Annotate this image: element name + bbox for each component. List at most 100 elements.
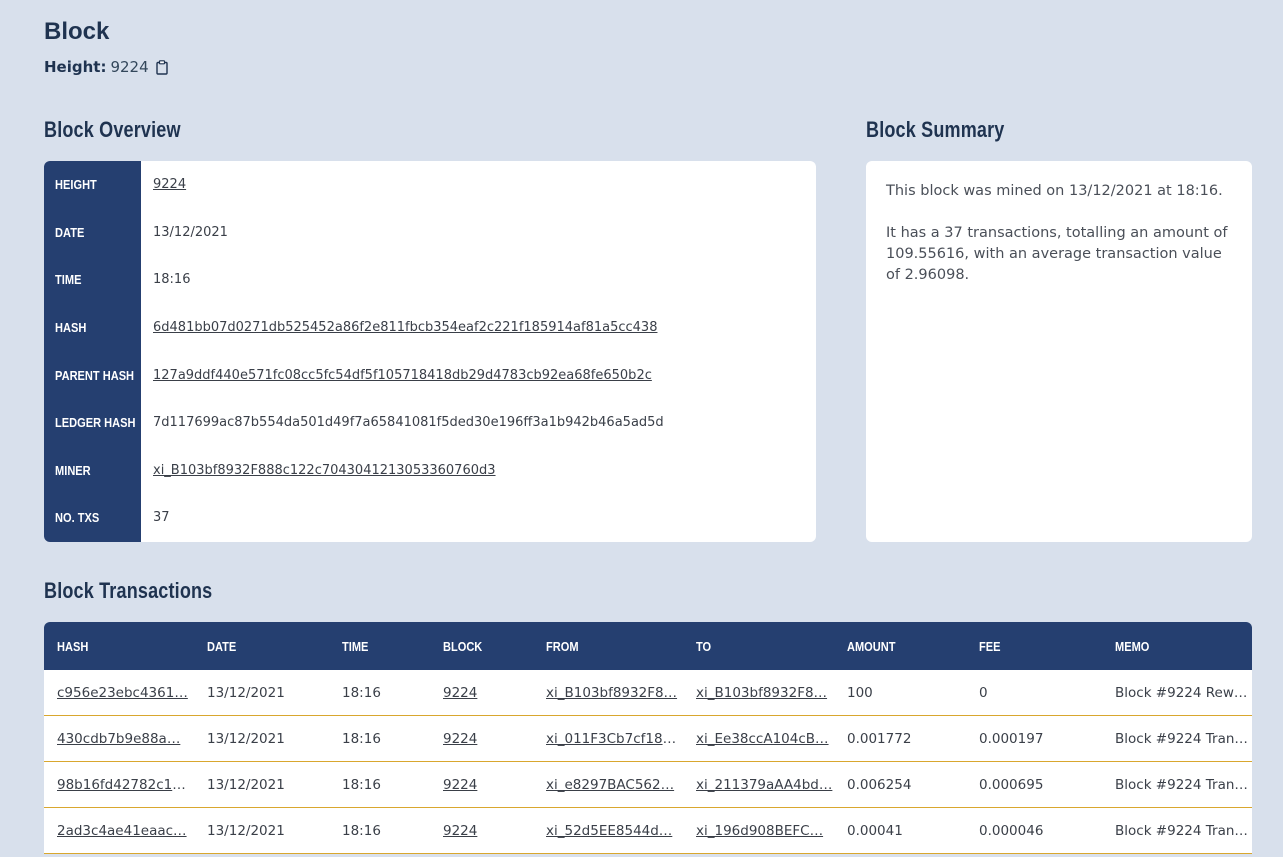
column-header-from: FROM bbox=[533, 622, 683, 670]
overview-value-date: 13/12/2021 bbox=[153, 224, 228, 240]
cell-block: 9224 bbox=[430, 715, 533, 762]
overview-value-row: 6d481bb07d0271db525452a86f2e811fbcb354ea… bbox=[141, 304, 816, 352]
cell-fee: 0 bbox=[966, 670, 1102, 716]
tx-fee-text: 0 bbox=[979, 684, 988, 701]
tx-fee-text: 0.000197 bbox=[979, 730, 1044, 747]
cell-block: 9224 bbox=[430, 761, 533, 808]
cell-amount: 100 bbox=[834, 670, 966, 716]
tx-block-link[interactable]: 9224 bbox=[443, 731, 477, 747]
column-header-memo: MEMO bbox=[1102, 622, 1252, 670]
cell-fee: 0.000046 bbox=[966, 807, 1102, 854]
overview-label-row: NO. TXS bbox=[44, 494, 141, 542]
tx-block-link[interactable]: 9224 bbox=[443, 685, 477, 701]
overview-value-row: xi_B103bf8932F888c122c704304121305336076… bbox=[141, 447, 816, 495]
tx-block-link[interactable]: 9224 bbox=[443, 777, 477, 793]
tx-hash-link[interactable]: 2ad3c4ae41eaac… bbox=[57, 823, 187, 839]
cell-to: xi_Ee38ccA104cB… bbox=[683, 715, 834, 762]
column-header-amount: AMOUNT bbox=[834, 622, 966, 670]
cell-amount: 0.00041 bbox=[834, 807, 966, 854]
tx-fee-text: 0.000046 bbox=[979, 822, 1044, 839]
cell-block: 9224 bbox=[430, 670, 533, 716]
cell-date: 13/12/2021 bbox=[194, 670, 329, 716]
table-row: 430cdb7b9e88a… 13/12/2021 18:16 9224 xi_011F… bbox=[44, 715, 1252, 762]
tx-date-text: 13/12/2021 bbox=[207, 776, 285, 793]
tx-block-link[interactable]: 9224 bbox=[443, 823, 477, 839]
column-header-fee: FEE bbox=[966, 622, 1102, 670]
cell-to: xi_211379aAA4bd… bbox=[683, 761, 834, 808]
table-row: 98b16fd42782c1b… 13/12/2021 18:16 9224 xi_e8… bbox=[44, 761, 1252, 808]
cell-from: xi_011F3Cb7cf18F… bbox=[533, 715, 683, 762]
column-header-time: TIME bbox=[329, 622, 430, 670]
transactions-table: HASH DATE TIME BLOCK FROM TO AMOUNT FEE MEMO c95… bbox=[44, 622, 1252, 854]
column-header-label: TO bbox=[696, 638, 712, 654]
tx-time-text: 18:16 bbox=[342, 822, 381, 839]
clipboard-icon[interactable] bbox=[155, 59, 168, 75]
transactions-header-row: HASH DATE TIME BLOCK FROM TO AMOUNT FEE MEMO bbox=[44, 622, 1252, 670]
cell-memo: Block #9224 Rew… bbox=[1102, 670, 1252, 716]
table-row: 2ad3c4ae41eaac… 13/12/2021 18:16 9224 xi_52d… bbox=[44, 807, 1252, 854]
tx-memo-text: Block #9224 Tran… bbox=[1115, 822, 1248, 839]
tx-time-text: 18:16 bbox=[342, 730, 381, 747]
cell-time: 18:16 bbox=[329, 807, 430, 854]
tx-from-link[interactable]: xi_B103bf8932F8… bbox=[546, 685, 677, 701]
block-height-line: Height: 9224 bbox=[44, 58, 168, 76]
block-summary-title: Block Summary bbox=[866, 117, 1005, 142]
column-header-label: AMOUNT bbox=[847, 638, 896, 654]
overview-value-row: 127a9ddf440e571fc08cc5fc54df5f105718418d… bbox=[141, 351, 816, 399]
column-header-to: TO bbox=[683, 622, 834, 670]
cell-to: xi_196d908BEFC… bbox=[683, 807, 834, 854]
overview-value-row: 37 bbox=[141, 494, 816, 542]
cell-memo: Block #9224 Tran… bbox=[1102, 715, 1252, 762]
tx-to-link[interactable]: xi_211379aAA4bd… bbox=[696, 777, 832, 793]
cell-from: xi_e8297BAC562… bbox=[533, 761, 683, 808]
overview-link-hash[interactable]: 6d481bb07d0271db525452a86f2e811fbcb354ea… bbox=[141, 320, 657, 335]
overview-label-column: HEIGHT DATE TIME HASH PARENT HASH LEDGER HASH… bbox=[44, 161, 141, 542]
tx-from-link[interactable]: xi_52d5EE8544d… bbox=[546, 823, 672, 839]
overview-value-row: 9224 bbox=[141, 161, 816, 209]
overview-label-date: DATE bbox=[55, 224, 85, 240]
tx-from-link[interactable]: xi_e8297BAC562… bbox=[546, 777, 674, 793]
block-transactions-title: Block Transactions bbox=[44, 578, 213, 603]
column-header-date: DATE bbox=[194, 622, 329, 670]
overview-label-row: PARENT HASH bbox=[44, 351, 141, 399]
column-header-label: FEE bbox=[979, 638, 1001, 654]
tx-to-link[interactable]: xi_Ee38ccA104cB… bbox=[696, 731, 829, 747]
height-label: Height: bbox=[44, 58, 107, 76]
tx-memo-text: Block #9224 Rew… bbox=[1115, 684, 1248, 701]
overview-label-hash: HASH bbox=[55, 320, 87, 336]
cell-from: xi_52d5EE8544d… bbox=[533, 807, 683, 854]
overview-link-parent-hash[interactable]: 127a9ddf440e571fc08cc5fc54df5f105718418d… bbox=[141, 368, 652, 383]
column-header-label: TIME bbox=[342, 638, 369, 654]
overview-label-time: TIME bbox=[55, 272, 82, 288]
cell-amount: 0.001772 bbox=[834, 715, 966, 762]
block-overview-title: Block Overview bbox=[44, 117, 181, 142]
tx-hash-link[interactable]: 98b16fd42782c1b… bbox=[57, 777, 194, 793]
overview-label-miner: MINER bbox=[55, 462, 91, 478]
overview-link-height[interactable]: 9224 bbox=[141, 177, 186, 192]
overview-value-ledger-hash: 7d117699ac87b554da501d49f7a65841081f5ded… bbox=[153, 415, 664, 431]
cell-from: xi_B103bf8932F8… bbox=[533, 670, 683, 716]
tx-hash-link[interactable]: c956e23ebc4361… bbox=[57, 685, 188, 701]
table-row: c956e23ebc4361… 13/12/2021 18:16 9224 xi_B10… bbox=[44, 670, 1252, 716]
column-header-label: HASH bbox=[57, 638, 89, 654]
tx-amount-text: 0.001772 bbox=[847, 730, 912, 747]
tx-memo-text: Block #9224 Tran… bbox=[1115, 730, 1248, 747]
overview-label-row: MINER bbox=[44, 447, 141, 495]
overview-value-time: 18:16 bbox=[153, 272, 191, 288]
summary-transactions-text: It has a 37 transactions, totalling an a… bbox=[886, 225, 1228, 283]
tx-date-text: 13/12/2021 bbox=[207, 730, 285, 747]
summary-mined-text: This block was mined on 13/12/2021 at 18… bbox=[886, 183, 1223, 199]
overview-label-row: HEIGHT bbox=[44, 161, 141, 209]
tx-to-link[interactable]: xi_B103bf8932F8… bbox=[696, 685, 827, 701]
cell-time: 18:16 bbox=[329, 715, 430, 762]
overview-value-no-txs: 37 bbox=[153, 510, 170, 526]
overview-link-miner[interactable]: xi_B103bf8932F888c122c704304121305336076… bbox=[141, 463, 496, 478]
overview-label-no-txs: NO. TXS bbox=[55, 510, 100, 526]
tx-from-link[interactable]: xi_011F3Cb7cf18F… bbox=[546, 731, 683, 747]
tx-to-link[interactable]: xi_196d908BEFC… bbox=[696, 823, 823, 839]
column-header-label: BLOCK bbox=[443, 638, 483, 654]
overview-label-row: DATE bbox=[44, 209, 141, 257]
tx-hash-link[interactable]: 430cdb7b9e88a… bbox=[57, 731, 180, 747]
overview-value-row: 18:16 bbox=[141, 256, 816, 304]
cell-hash: c956e23ebc4361… bbox=[44, 670, 194, 716]
